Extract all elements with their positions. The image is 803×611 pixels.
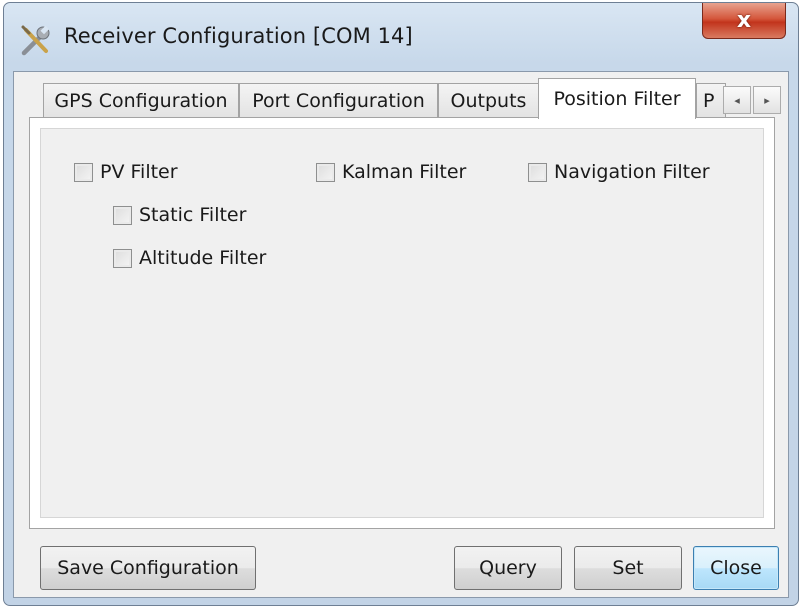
tab-scroller: ◂ ▸ bbox=[723, 86, 781, 114]
checkbox-box[interactable] bbox=[113, 205, 132, 225]
chevron-right-icon: ▸ bbox=[764, 93, 770, 107]
set-button[interactable]: Set bbox=[574, 546, 682, 590]
checkbox-box[interactable] bbox=[528, 162, 547, 182]
checkbox-label: Static Filter bbox=[139, 204, 247, 226]
button-label: Query bbox=[479, 557, 537, 579]
navigation-filter-checkbox[interactable]: Navigation Filter bbox=[528, 161, 710, 183]
close-icon: x bbox=[736, 8, 752, 33]
kalman-filter-checkbox[interactable]: Kalman Filter bbox=[316, 161, 466, 183]
dialog-client-area: GPS Configuration Port Configuration Out… bbox=[13, 71, 789, 598]
tab-position-filter[interactable]: Position Filter bbox=[538, 78, 696, 119]
tools-icon bbox=[21, 25, 50, 56]
checkbox-label: Kalman Filter bbox=[342, 161, 467, 183]
chevron-left-icon: ◂ bbox=[734, 93, 740, 107]
pv-filter-checkbox[interactable]: PV Filter bbox=[74, 161, 178, 183]
checkbox-box[interactable] bbox=[113, 248, 132, 268]
checkbox-box[interactable] bbox=[316, 162, 335, 182]
title-bar[interactable]: Receiver Configuration [COM 14] x bbox=[4, 3, 798, 71]
tab-label: Port Configuration bbox=[252, 89, 425, 112]
position-filter-panel: PV Filter Static Filter Altitude Filter … bbox=[29, 117, 775, 529]
window-title: Receiver Configuration [COM 14] bbox=[64, 24, 413, 48]
checkbox-label: Navigation Filter bbox=[554, 161, 710, 183]
tab-label: Outputs bbox=[450, 89, 527, 112]
button-label: Save Configuration bbox=[57, 557, 239, 579]
tab-scroll-left-button[interactable]: ◂ bbox=[723, 86, 751, 114]
window-close-button[interactable]: x bbox=[702, 3, 786, 39]
query-button[interactable]: Query bbox=[454, 546, 562, 590]
close-button[interactable]: Close bbox=[693, 546, 779, 590]
tab-scroll-right-button[interactable]: ▸ bbox=[753, 86, 781, 114]
receiver-config-window: Receiver Configuration [COM 14] x GPS Co… bbox=[3, 2, 799, 606]
altitude-filter-checkbox[interactable]: Altitude Filter bbox=[113, 247, 266, 269]
tab-partial-p[interactable]: P bbox=[696, 83, 726, 117]
checkbox-box[interactable] bbox=[74, 162, 93, 182]
tab-label: GPS Configuration bbox=[54, 89, 228, 112]
tab-label: Position Filter bbox=[553, 88, 681, 110]
save-configuration-button[interactable]: Save Configuration bbox=[40, 546, 256, 590]
checkbox-label: Altitude Filter bbox=[139, 247, 267, 269]
tab-port-configuration[interactable]: Port Configuration bbox=[239, 83, 438, 117]
filter-group: PV Filter Static Filter Altitude Filter … bbox=[40, 128, 764, 518]
button-label: Close bbox=[710, 557, 762, 579]
tab-label: P bbox=[703, 89, 715, 112]
tab-outputs[interactable]: Outputs bbox=[438, 83, 539, 117]
button-label: Set bbox=[612, 557, 644, 579]
tab-gps-configuration[interactable]: GPS Configuration bbox=[43, 83, 239, 117]
checkbox-label: PV Filter bbox=[100, 161, 178, 183]
static-filter-checkbox[interactable]: Static Filter bbox=[113, 204, 246, 226]
